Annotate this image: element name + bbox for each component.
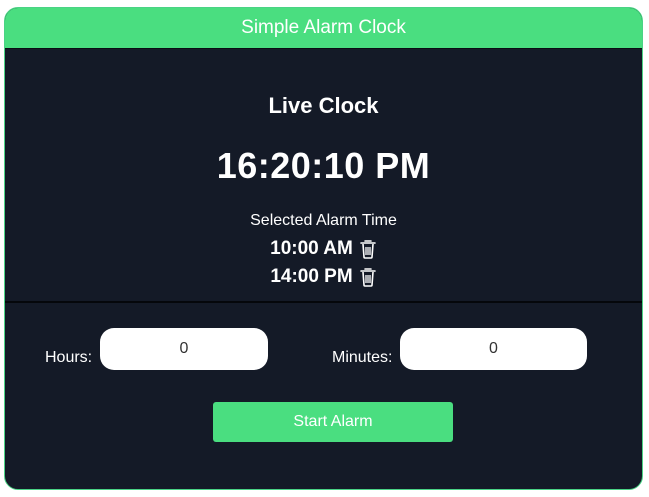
alarm-list: 10:00 AM 14:00 PM <box>5 235 642 291</box>
live-clock-heading: Live Clock <box>268 93 379 118</box>
alarm-item: 10:00 AM <box>5 235 642 263</box>
start-alarm-button[interactable]: Start Alarm <box>213 402 453 442</box>
minutes-label: Minutes: <box>332 349 393 366</box>
live-clock-time: 16:20:10 PM <box>216 145 431 186</box>
alarm-item: 14:00 PM <box>5 263 642 291</box>
minutes-input[interactable] <box>400 328 587 370</box>
alarm-time: 10:00 AM <box>270 238 353 259</box>
alarm-clock-app: Simple Alarm Clock Live Clock 16:20:10 P… <box>4 7 643 490</box>
hours-label: Hours: <box>45 349 93 366</box>
hours-input[interactable] <box>100 328 268 370</box>
trash-icon[interactable] <box>359 267 377 287</box>
trash-icon[interactable] <box>359 239 377 259</box>
alarm-time: 14:00 PM <box>270 266 353 287</box>
app-header: Simple Alarm Clock <box>5 8 642 49</box>
app-title: Simple Alarm Clock <box>241 17 406 38</box>
alarm-controls: Hours: Minutes: Start Alarm <box>5 303 642 489</box>
selected-alarm-label: Selected Alarm Time <box>250 212 397 229</box>
clock-panel: Live Clock 16:20:10 PM Selected Alarm Ti… <box>5 48 642 303</box>
